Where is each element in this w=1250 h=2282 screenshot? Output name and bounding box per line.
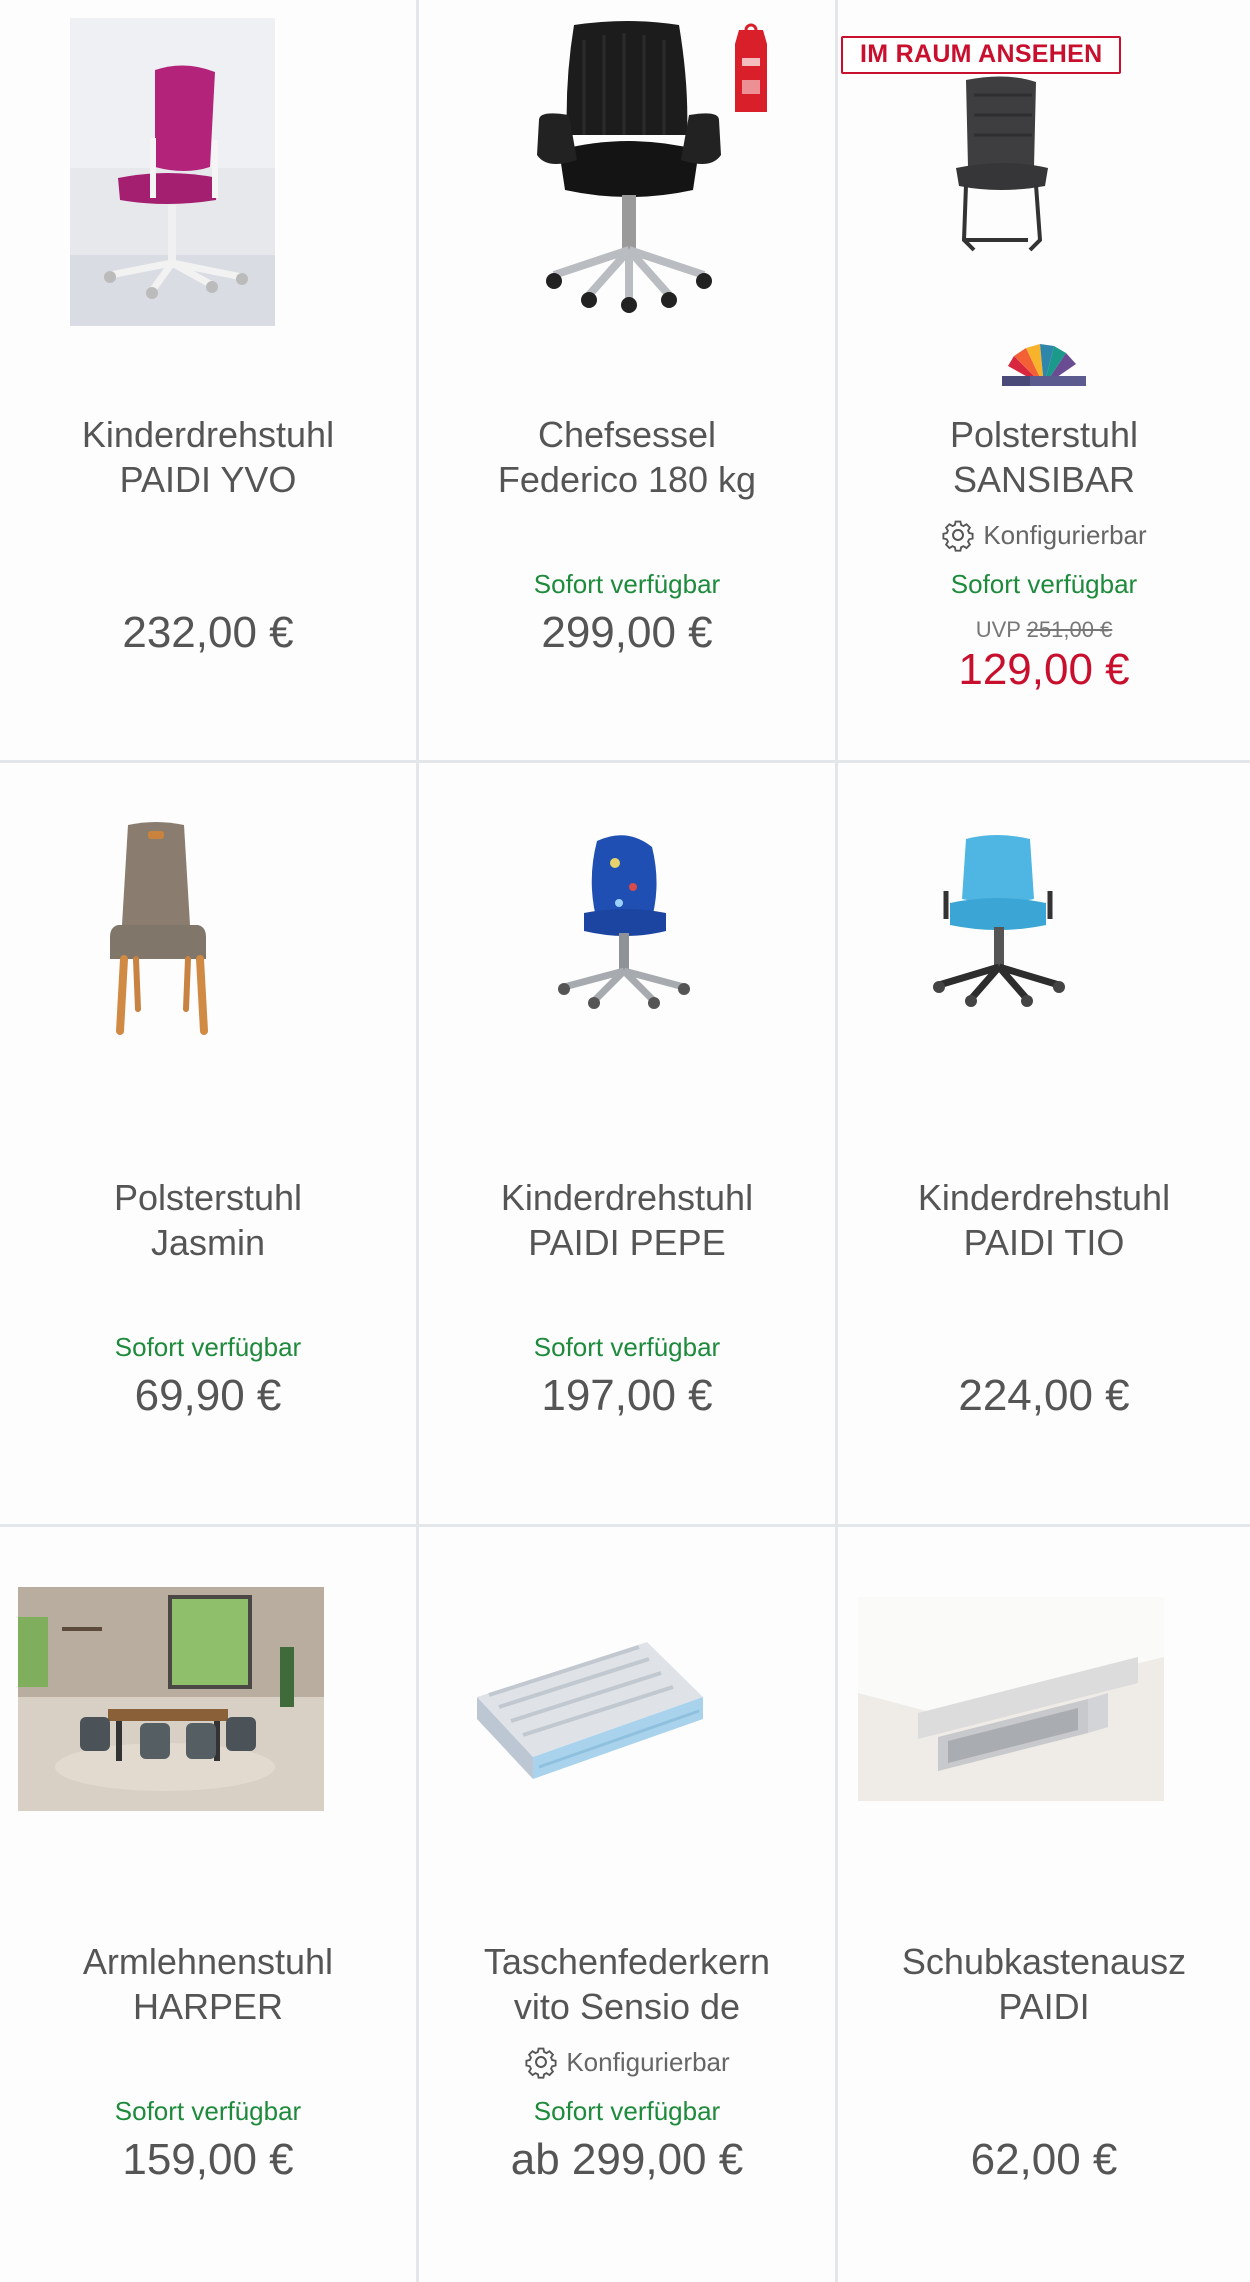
availability-status: Sofort verfügbar bbox=[533, 2096, 721, 2126]
product-card[interactable]: Kinderdrehstuhl PAIDI TIO 224,00 € bbox=[838, 763, 1250, 1527]
product-card[interactable]: Armlehnenstuhl HARPER Sofort verfügbar 15… bbox=[0, 1527, 419, 2282]
product-price: 62,00 € bbox=[970, 2135, 1118, 2184]
gear-icon bbox=[525, 2047, 557, 2079]
product-price: ab 299,00 € bbox=[510, 2135, 744, 2184]
product-title[interactable]: Taschenfederkern vito Sensio de bbox=[419, 1939, 835, 2029]
product-card[interactable]: Chefsessel Federico 180 kg Sofort verfügb… bbox=[419, 0, 838, 763]
product-image[interactable] bbox=[419, 0, 835, 360]
configurable-label: Konfigurierbar bbox=[419, 2045, 835, 2079]
product-title[interactable]: Polsterstuhl Jasmin bbox=[0, 1175, 416, 1265]
uvp-price: UVP 251,00 € bbox=[975, 617, 1113, 642]
availability-status: Sofort verfügbar bbox=[114, 1332, 302, 1362]
product-image[interactable] bbox=[838, 763, 1250, 1123]
product-card[interactable]: Kinderdrehstuhl PAIDI YVO 232,00 € bbox=[0, 0, 419, 763]
product-price: 197,00 € bbox=[541, 1371, 713, 1420]
product-price: 224,00 € bbox=[958, 1371, 1130, 1420]
availability-status: Sofort verfügbar bbox=[533, 569, 721, 599]
product-title[interactable]: Kinderdrehstuhl PAIDI YVO bbox=[0, 412, 416, 502]
product-card[interactable]: IM RAUM ANSEHEN Polsterstuhl SANSIBAR Ko… bbox=[838, 0, 1250, 763]
configurable-label: Konfigurierbar bbox=[838, 518, 1250, 552]
product-image[interactable] bbox=[0, 0, 416, 360]
product-title[interactable]: Armlehnenstuhl HARPER bbox=[0, 1939, 416, 2029]
product-price: 159,00 € bbox=[122, 2135, 294, 2184]
product-card[interactable]: Kinderdrehstuhl PAIDI PEPE Sofort verfügb… bbox=[419, 763, 838, 1527]
product-title[interactable]: Polsterstuhl SANSIBAR bbox=[838, 412, 1250, 502]
product-price: 299,00 € bbox=[541, 608, 713, 657]
gear-icon bbox=[942, 520, 974, 552]
product-image[interactable] bbox=[0, 763, 416, 1123]
product-image[interactable] bbox=[419, 1527, 835, 1887]
product-title[interactable]: Schubkastenausz PAIDI bbox=[838, 1939, 1250, 2029]
sale-price: 129,00 € bbox=[958, 645, 1130, 694]
product-price: 232,00 € bbox=[122, 608, 294, 657]
view-in-room-badge[interactable]: IM RAUM ANSEHEN bbox=[841, 36, 1122, 74]
availability-status: Sofort verfügbar bbox=[114, 2096, 302, 2126]
product-card[interactable]: Schubkastenausz PAIDI 62,00 € bbox=[838, 1527, 1250, 2282]
availability-status: Sofort verfügbar bbox=[950, 569, 1138, 599]
product-grid: Kinderdrehstuhl PAIDI YVO 232,00 € Chefs… bbox=[0, 0, 1250, 2282]
product-price: 69,90 € bbox=[134, 1371, 282, 1420]
product-title[interactable]: Kinderdrehstuhl PAIDI TIO bbox=[838, 1175, 1250, 1265]
color-fan-logo-icon bbox=[838, 340, 1250, 390]
product-image[interactable] bbox=[419, 763, 835, 1123]
product-card[interactable]: Taschenfederkern vito Sensio de Konfiguri… bbox=[419, 1527, 838, 2282]
product-image[interactable] bbox=[838, 1527, 1250, 1887]
product-image[interactable] bbox=[0, 1527, 416, 1887]
product-card[interactable]: Polsterstuhl Jasmin Sofort verfügbar 69,9… bbox=[0, 763, 419, 1527]
availability-status: Sofort verfügbar bbox=[533, 1332, 721, 1362]
product-title[interactable]: Chefsessel Federico 180 kg bbox=[419, 412, 835, 502]
product-title[interactable]: Kinderdrehstuhl PAIDI PEPE bbox=[419, 1175, 835, 1265]
